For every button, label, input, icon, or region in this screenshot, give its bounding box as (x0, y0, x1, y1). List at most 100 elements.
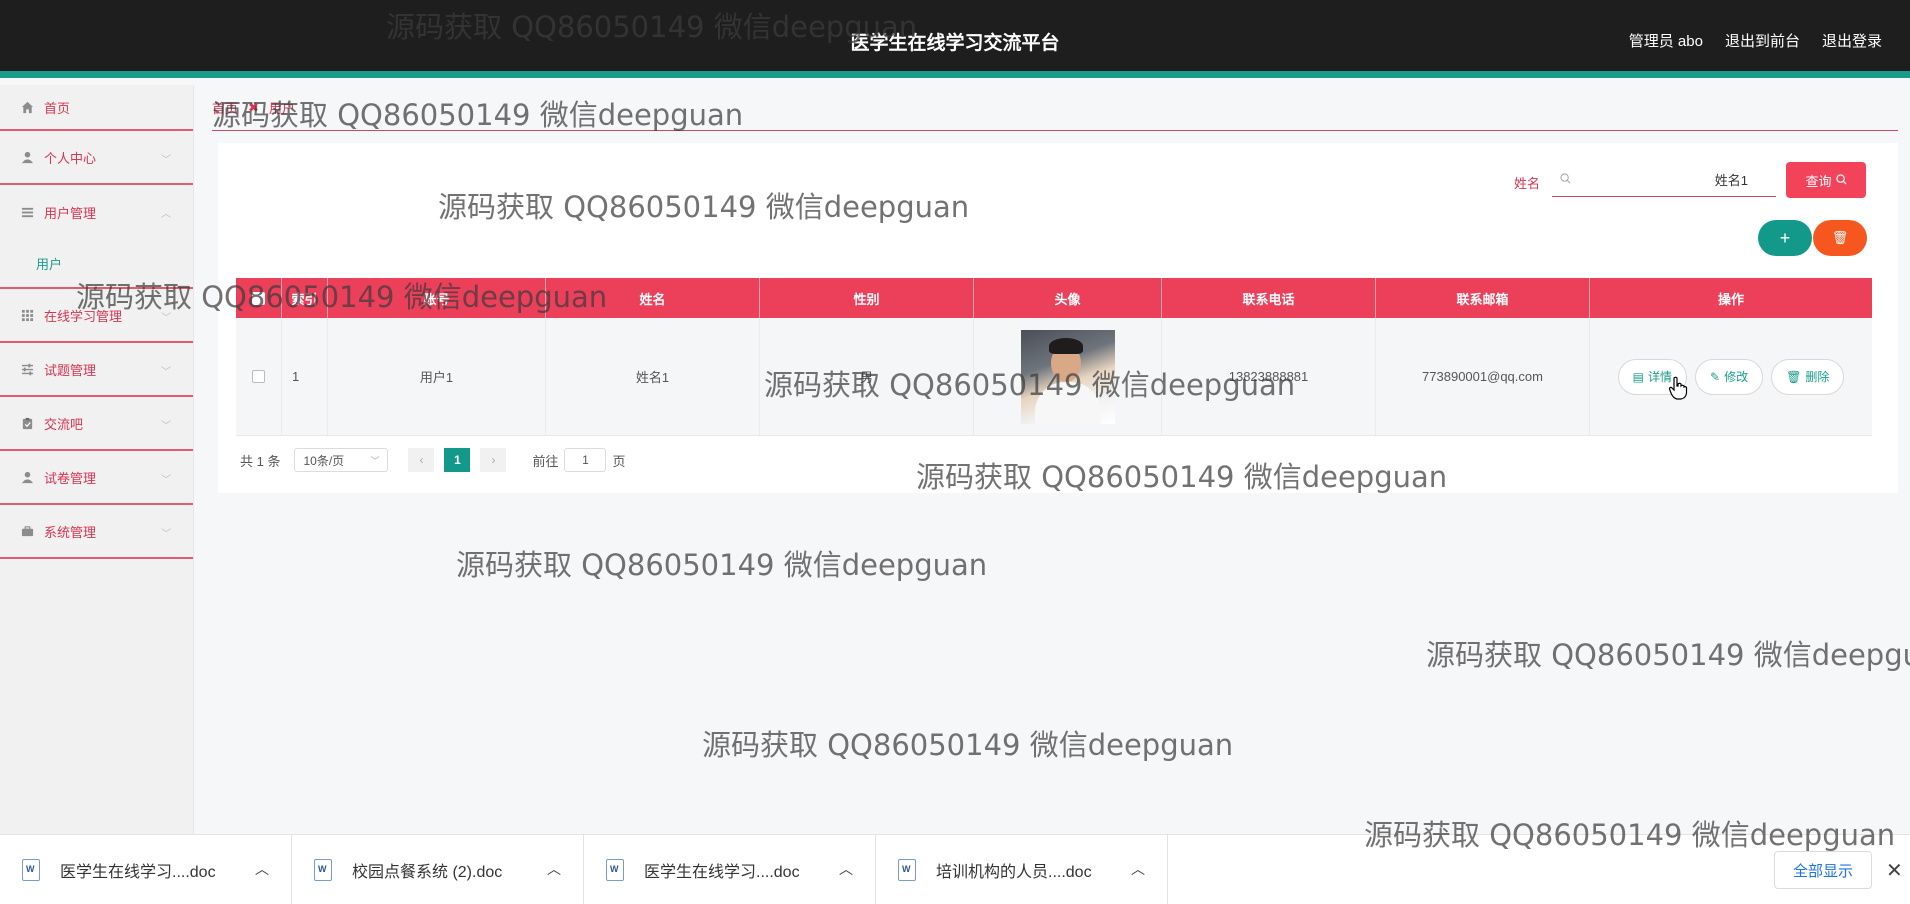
prev-page-button[interactable]: ‹ (408, 448, 435, 472)
close-icon[interactable]: ✕ (1886, 858, 1903, 883)
cell-account: 用户1 (328, 318, 546, 435)
download-bar: 医学生在线学习....doc ︿ 校园点餐系统 (2).doc ︿ 医学生在线学… (0, 834, 1910, 904)
briefcase-icon (20, 524, 34, 538)
cell-phone: 13823888881 (1162, 318, 1376, 435)
breadcrumb-home[interactable]: 首页 (212, 98, 238, 117)
pagination: 共 1 条 10条/页 ﹀ ‹ 1 › 前往 1 页 (240, 448, 626, 472)
breadcrumb-current: 用户 (268, 101, 295, 116)
trash-icon: 🗑 (1831, 230, 1849, 245)
back-to-front-link[interactable]: 退出到前台 (1725, 30, 1800, 51)
goto-suffix: 页 (612, 453, 626, 469)
select-all-checkbox[interactable] (236, 278, 282, 318)
download-filename: 医学生在线学习....doc (60, 863, 216, 881)
chevron-right-icon: › (491, 453, 496, 467)
show-all-downloads-button[interactable]: 全部显示 (1774, 851, 1872, 889)
column-header-sex: 性别 (760, 278, 974, 318)
goto-page-input[interactable]: 1 (564, 448, 607, 472)
download-item[interactable]: 医学生在线学习....doc ︿ (584, 834, 876, 904)
column-header-name: 姓名 (546, 278, 760, 318)
sidebar-item-exam-management[interactable]: 试卷管理 ﹀ (0, 451, 193, 505)
sidebar-item-system-management[interactable]: 系统管理 ﹀ (0, 505, 193, 559)
word-doc-icon (22, 858, 40, 881)
avatar-coat (1034, 381, 1101, 424)
top-header: 医学生在线学习交流平台 管理员 abo 退出到前台 退出登录 (0, 0, 1910, 78)
word-doc-icon (314, 858, 332, 881)
edit-button[interactable]: ✎ 修改 (1695, 358, 1764, 395)
download-item[interactable]: 校园点餐系统 (2).doc ︿ (292, 834, 584, 904)
batch-delete-button[interactable]: 🗑 (1813, 220, 1867, 256)
chevron-up-icon[interactable]: ︿ (839, 859, 853, 879)
header-accent-bar (0, 71, 1910, 78)
search-name-input[interactable] (1572, 172, 1768, 187)
column-header-actions: 操作 (1717, 291, 1744, 307)
sidebar-item-label: 试题管理 (44, 362, 97, 378)
delete-button[interactable]: 🗑 删除 (1771, 358, 1845, 395)
sidebar-item-user-management[interactable]: 用户管理 ︿ (0, 185, 193, 239)
checkbox[interactable] (252, 291, 265, 305)
chevron-down-icon: ﹀ (161, 155, 171, 166)
sidebar-item-forum[interactable]: 交流吧 ﹀ (0, 397, 193, 451)
sidebar-item-profile[interactable]: 个人中心 ﹀ (0, 131, 193, 185)
search-icon (1835, 173, 1847, 188)
breadcrumb-separator-icon: ✖ (248, 99, 259, 115)
download-filename: 校园点餐系统 (2).doc (352, 863, 503, 881)
sidebar-item-question-management[interactable]: 试题管理 ﹀ (0, 343, 193, 397)
user-table: 索引 账号 姓名 性别 头像 联系电话 联系邮箱 操作 1 用户1 姓名1 男 … (236, 278, 1872, 436)
breadcrumb-divider (212, 130, 1898, 131)
column-header-index: 索引 (282, 278, 328, 318)
sidebar-item-home[interactable]: 首页 (0, 85, 193, 131)
download-item[interactable]: 医学生在线学习....doc ︿ (0, 834, 292, 904)
app-title: 医学生在线学习交流平台 (850, 33, 1060, 54)
sidebar-item-label: 首页 (44, 100, 71, 116)
sliders-icon (20, 362, 34, 376)
sidebar: 首页 个人中心 ﹀ 用户管理 ︿ 用户 在线学习管理 ﹀ 试题管理 ﹀ 交流吧 … (0, 85, 194, 835)
next-page-button[interactable]: › (480, 448, 507, 472)
home-icon (20, 100, 34, 114)
person-icon (20, 470, 34, 484)
watermark-text: 源码获取 QQ86050149 微信deepguan (456, 548, 988, 582)
sidebar-item-label: 个人中心 (44, 150, 97, 166)
chevron-down-icon: ﹀ (161, 475, 171, 486)
download-filename: 医学生在线学习....doc (644, 863, 800, 881)
sidebar-item-label: 交流吧 (44, 416, 84, 432)
chevron-down-icon: ﹀ (161, 367, 171, 378)
chevron-up-icon: ︿ (161, 209, 171, 220)
edit-button-label: 修改 (1724, 370, 1749, 384)
page-size-select[interactable]: 10条/页 ﹀ (294, 448, 389, 472)
hand-cursor-icon (1668, 376, 1688, 406)
goto-label: 前往 (532, 453, 559, 469)
chevron-down-icon: ﹀ (161, 529, 171, 540)
table-row: 1 用户1 姓名1 男 13823888881 773890001@qq.com… (236, 318, 1872, 436)
add-button[interactable]: + (1758, 220, 1812, 256)
query-button[interactable]: 查询 (1786, 162, 1866, 198)
chevron-up-icon[interactable]: ︿ (1131, 859, 1145, 879)
row-checkbox-cell[interactable] (236, 318, 282, 435)
document-icon: ▤ (1632, 369, 1644, 384)
avatar-hair (1048, 337, 1083, 354)
person-icon (20, 150, 34, 164)
sidebar-item-label: 系统管理 (44, 524, 97, 540)
edit-icon: ✎ (1710, 369, 1721, 384)
menu-icon (20, 205, 34, 219)
sidebar-subitem-user[interactable]: 用户 (0, 239, 193, 289)
avatar-image (1020, 329, 1115, 424)
delete-button-label: 删除 (1805, 370, 1830, 384)
user-menu: 管理员 abo 退出到前台 退出登录 (1629, 30, 1882, 51)
table-header: 索引 账号 姓名 性别 头像 联系电话 联系邮箱 操作 (236, 278, 1872, 318)
clipboard-icon (20, 416, 34, 430)
query-button-label: 查询 (1805, 173, 1832, 189)
trash-icon: 🗑 (1786, 369, 1802, 384)
sidebar-item-label: 在线学习管理 (44, 308, 123, 324)
page-number-current[interactable]: 1 (444, 448, 471, 472)
search-box (1552, 163, 1776, 197)
row-checkbox[interactable] (252, 370, 265, 383)
download-item[interactable]: 培训机构的人员....doc ︿ (876, 834, 1168, 904)
logout-link[interactable]: 退出登录 (1822, 30, 1882, 51)
sidebar-item-online-learning[interactable]: 在线学习管理 ﹀ (0, 289, 193, 343)
column-header-account: 账号 (328, 278, 546, 318)
column-header-avatar: 头像 (974, 278, 1162, 318)
chevron-up-icon[interactable]: ︿ (255, 859, 269, 879)
chevron-up-icon[interactable]: ︿ (547, 859, 561, 879)
cell-sex: 男 (760, 318, 974, 435)
watermark-text: 源码获取 QQ86050149 微信deepguan (702, 728, 1234, 762)
